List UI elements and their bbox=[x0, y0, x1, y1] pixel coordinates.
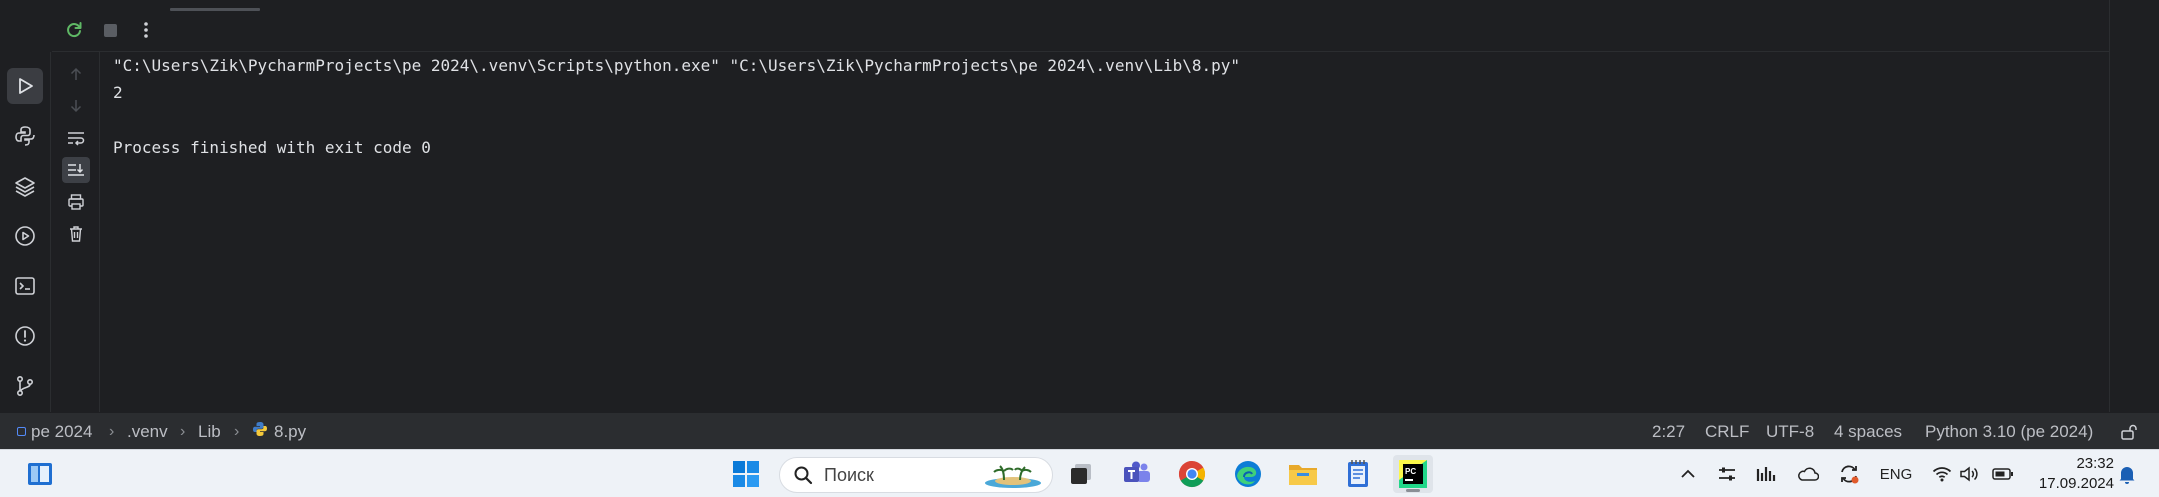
layers-icon[interactable] bbox=[7, 168, 43, 204]
tray-settings-icon[interactable] bbox=[1714, 450, 1740, 497]
breadcrumb-project[interactable]: pe 2024 bbox=[17, 413, 92, 450]
services-icon[interactable] bbox=[7, 218, 43, 254]
console-actions bbox=[52, 52, 100, 412]
chrome-icon[interactable] bbox=[1172, 455, 1212, 493]
onedrive-icon[interactable] bbox=[1795, 450, 1821, 497]
chevron-right-icon: › bbox=[180, 422, 186, 440]
console-line: "C:\Users\Zik\PycharmProjects\pe 2024\.v… bbox=[113, 56, 1241, 75]
scroll-to-end-icon[interactable] bbox=[62, 157, 90, 183]
task-view-icon[interactable] bbox=[1061, 455, 1101, 493]
arrow-down-icon[interactable] bbox=[62, 93, 90, 119]
sync-icon[interactable] bbox=[1836, 450, 1862, 497]
tool-window-strip bbox=[0, 52, 51, 412]
volume-icon[interactable] bbox=[1956, 450, 1982, 497]
file-encoding[interactable]: UTF-8 bbox=[1766, 413, 1814, 450]
breadcrumb-label: pe 2024 bbox=[31, 421, 93, 441]
pycharm-icon[interactable]: PC bbox=[1393, 455, 1433, 493]
python-interpreter[interactable]: Python 3.10 (pe 2024) bbox=[1925, 413, 2093, 450]
breadcrumb-file[interactable]: 8.py bbox=[252, 413, 306, 450]
breadcrumb-lib[interactable]: Lib bbox=[198, 413, 221, 450]
wifi-icon[interactable] bbox=[1929, 450, 1955, 497]
run-tab-indicator[interactable] bbox=[170, 8, 260, 11]
line-separator[interactable]: CRLF bbox=[1705, 413, 1749, 450]
system-clock[interactable]: 23:32 17.09.2024 bbox=[2026, 454, 2114, 494]
windows-start-icon[interactable] bbox=[726, 455, 766, 493]
more-options-icon[interactable] bbox=[134, 18, 158, 42]
edge-icon[interactable] bbox=[1228, 455, 1268, 493]
console-line: 2 bbox=[113, 83, 123, 102]
clear-all-icon[interactable] bbox=[62, 221, 90, 247]
ide-window: "C:\Users\Zik\PycharmProjects\pe 2024\.v… bbox=[0, 0, 2159, 449]
console-line: Process finished with exit code 0 bbox=[113, 138, 431, 157]
run-toolbar bbox=[52, 8, 2109, 52]
windows-taskbar: Поиск PC ENG 23:32 17.09.2024 bbox=[0, 449, 2159, 497]
python-file-icon bbox=[252, 421, 268, 442]
search-icon bbox=[793, 465, 813, 490]
svg-text:PC: PC bbox=[1405, 467, 1416, 476]
breadcrumb-venv[interactable]: .venv bbox=[127, 413, 168, 450]
chevron-right-icon: › bbox=[109, 422, 115, 440]
stop-icon[interactable] bbox=[98, 18, 122, 42]
audio-meter-icon[interactable] bbox=[1753, 450, 1779, 497]
teams-icon[interactable] bbox=[1117, 455, 1157, 493]
clock-time: 23:32 bbox=[2076, 455, 2114, 472]
input-language[interactable]: ENG bbox=[1878, 450, 1914, 497]
widgets-icon[interactable] bbox=[20, 455, 60, 493]
search-highlight-image bbox=[982, 461, 1044, 494]
search-placeholder: Поиск bbox=[824, 464, 874, 485]
notification-bell-icon[interactable] bbox=[2114, 450, 2140, 497]
right-tool-strip bbox=[2109, 0, 2159, 412]
battery-icon[interactable] bbox=[1990, 450, 2016, 497]
active-app-indicator bbox=[1406, 489, 1420, 492]
caret-position[interactable]: 2:27 bbox=[1652, 413, 1685, 450]
arrow-up-icon[interactable] bbox=[62, 61, 90, 87]
taskbar-search[interactable]: Поиск bbox=[779, 457, 1053, 493]
problems-icon[interactable] bbox=[7, 318, 43, 354]
chevron-up-icon[interactable] bbox=[1676, 450, 1700, 497]
soft-wrap-icon[interactable] bbox=[62, 125, 90, 151]
notepad-icon[interactable] bbox=[1338, 455, 1378, 493]
breadcrumb-label: .venv bbox=[127, 421, 168, 441]
run-tool-icon[interactable] bbox=[7, 68, 43, 104]
python-packages-icon[interactable] bbox=[7, 118, 43, 154]
indent-setting[interactable]: 4 spaces bbox=[1834, 413, 1902, 450]
readonly-lock-icon[interactable] bbox=[2120, 413, 2138, 450]
terminal-icon[interactable] bbox=[7, 268, 43, 304]
console-output[interactable]: "C:\Users\Zik\PycharmProjects\pe 2024\.v… bbox=[100, 52, 2109, 412]
file-explorer-icon[interactable] bbox=[1283, 455, 1323, 493]
breadcrumb-label: 8.py bbox=[274, 421, 307, 441]
status-bar: pe 2024 › .venv › Lib › 8.py 2:27 CRLF U… bbox=[0, 412, 2159, 449]
clock-date: 17.09.2024 bbox=[2038, 475, 2114, 492]
print-icon[interactable] bbox=[62, 189, 90, 215]
breadcrumb-label: Lib bbox=[198, 421, 221, 441]
chevron-right-icon: › bbox=[234, 422, 240, 440]
git-icon[interactable] bbox=[7, 368, 43, 404]
project-icon bbox=[17, 427, 26, 436]
rerun-icon[interactable] bbox=[62, 18, 86, 42]
